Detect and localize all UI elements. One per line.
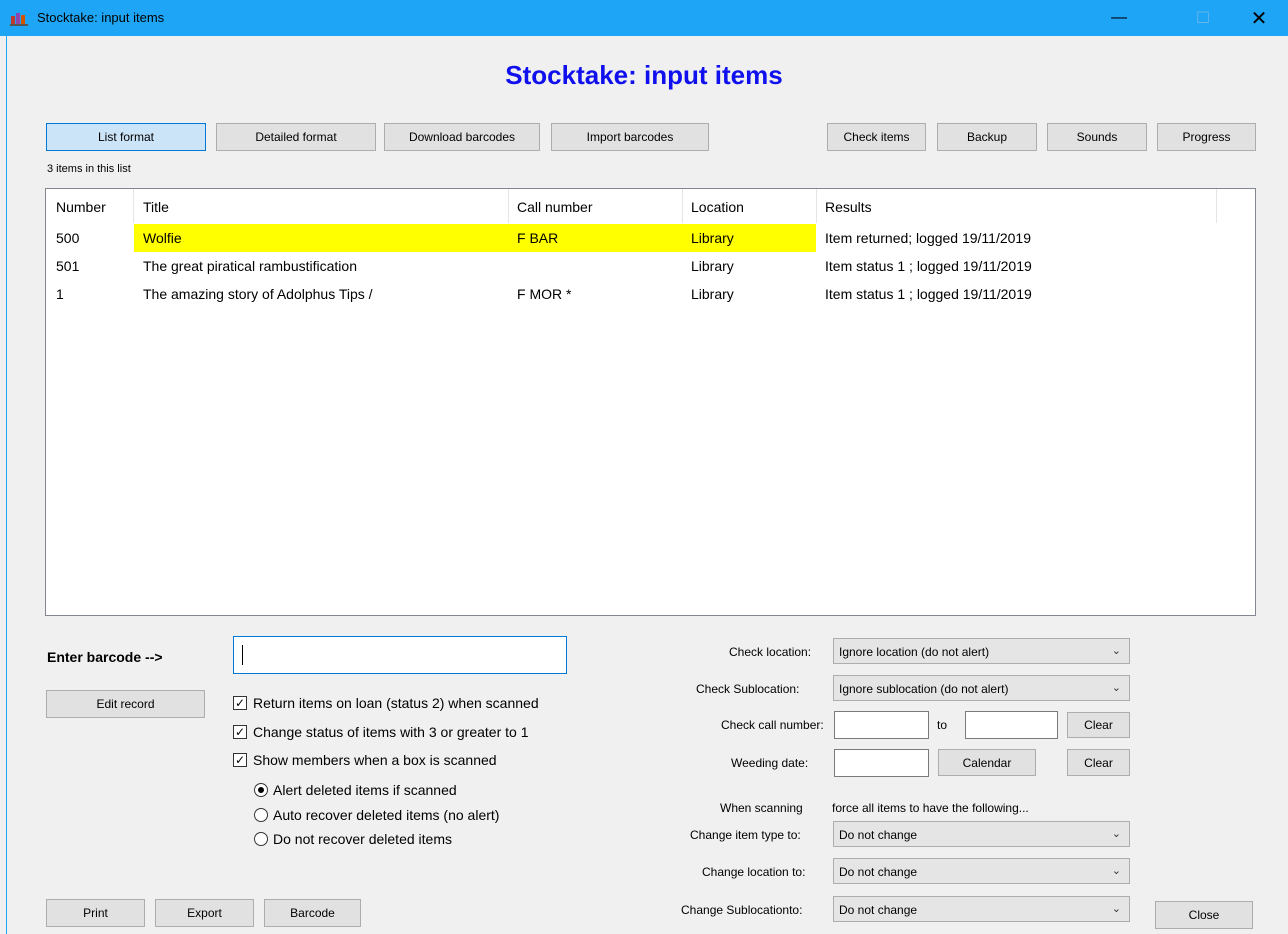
show-members-checkbox[interactable]: ✓ bbox=[233, 753, 247, 767]
auto-recover-label: Auto recover deleted items (no alert) bbox=[273, 807, 500, 823]
no-recover-radio[interactable] bbox=[254, 832, 268, 846]
checkmark-icon: ✓ bbox=[234, 753, 246, 767]
maximize-button[interactable]: ☐ bbox=[1180, 0, 1226, 36]
change-item-type-label: Change item type to: bbox=[690, 828, 801, 842]
close-button[interactable]: Close bbox=[1155, 901, 1253, 929]
auto-recover-radio[interactable] bbox=[254, 808, 268, 822]
alert-deleted-radio[interactable] bbox=[254, 783, 268, 797]
force-note-right: force all items to have the following... bbox=[832, 801, 1029, 815]
clear-weeding-button[interactable]: Clear bbox=[1067, 749, 1130, 776]
checkmark-icon: ✓ bbox=[234, 725, 246, 739]
row-number: 1 bbox=[56, 286, 64, 302]
change-item-type-select[interactable]: Do not change ⌄ bbox=[833, 821, 1130, 847]
return-on-loan-label: Return items on loan (status 2) when sca… bbox=[253, 695, 539, 711]
clear-call-number-button[interactable]: Clear bbox=[1067, 712, 1130, 738]
column-header-call-number[interactable]: Call number bbox=[517, 199, 592, 215]
import-barcodes-button[interactable]: Import barcodes bbox=[551, 123, 709, 151]
edit-record-button[interactable]: Edit record bbox=[46, 690, 205, 718]
backup-button[interactable]: Backup bbox=[937, 123, 1037, 151]
row-results: Item status 1 ; logged 19/11/2019 bbox=[825, 286, 1032, 302]
barcode-input[interactable] bbox=[233, 636, 567, 674]
sounds-button[interactable]: Sounds bbox=[1047, 123, 1147, 151]
chevron-down-icon: ⌄ bbox=[1111, 903, 1121, 915]
progress-button[interactable]: Progress bbox=[1157, 123, 1256, 151]
row-title: Wolfie bbox=[143, 230, 182, 246]
row-call-number: F BAR bbox=[517, 230, 559, 246]
list-format-button[interactable]: List format bbox=[46, 123, 206, 151]
row-number: 501 bbox=[56, 258, 80, 274]
table-row[interactable]: 1 The amazing story of Adolphus Tips / F… bbox=[46, 280, 1255, 308]
alert-deleted-label: Alert deleted items if scanned bbox=[273, 782, 457, 798]
column-header-number[interactable]: Number bbox=[56, 199, 106, 215]
call-number-to-input[interactable] bbox=[965, 711, 1058, 739]
table-row[interactable]: 500 Wolfie F BAR Library Item returned; … bbox=[46, 224, 1255, 252]
weeding-date-label: Weeding date: bbox=[731, 756, 809, 770]
row-location: Library bbox=[691, 230, 734, 246]
table-row[interactable]: 501 The great piratical rambustification… bbox=[46, 252, 1255, 280]
page-title: Stocktake: input items bbox=[505, 60, 783, 90]
export-button[interactable]: Export bbox=[155, 899, 254, 927]
column-header-location[interactable]: Location bbox=[691, 199, 744, 215]
force-note-left: When scanning bbox=[720, 801, 803, 815]
row-location: Library bbox=[691, 286, 734, 302]
call-number-to-label: to bbox=[937, 718, 948, 732]
list-header: Number Title Call number Location Result… bbox=[46, 189, 1255, 223]
print-button[interactable]: Print bbox=[46, 899, 145, 927]
change-location-label: Change location to: bbox=[702, 865, 806, 879]
call-number-from-input[interactable] bbox=[834, 711, 929, 739]
check-items-button[interactable]: Check items bbox=[827, 123, 926, 151]
chevron-down-icon: ⌄ bbox=[1111, 645, 1121, 657]
check-sublocation-label: Check Sublocation: bbox=[696, 682, 800, 696]
chevron-down-icon: ⌄ bbox=[1111, 682, 1121, 694]
title-bar: Stocktake: input items — ☐ ✕ bbox=[0, 0, 1288, 36]
change-item-type-value: Do not change bbox=[839, 828, 918, 842]
check-location-label: Check location: bbox=[729, 645, 812, 659]
row-results: Item returned; logged 19/11/2019 bbox=[825, 230, 1032, 246]
close-window-button[interactable]: ✕ bbox=[1236, 0, 1282, 36]
return-on-loan-checkbox[interactable]: ✓ bbox=[233, 696, 247, 710]
check-location-value: Ignore location (do not alert) bbox=[839, 645, 990, 659]
minimize-button[interactable]: — bbox=[1096, 0, 1142, 36]
window-title: Stocktake: input items bbox=[37, 10, 165, 25]
row-location: Library bbox=[691, 258, 734, 274]
download-barcodes-button[interactable]: Download barcodes bbox=[384, 123, 540, 151]
check-sublocation-value: Ignore sublocation (do not alert) bbox=[839, 682, 1009, 696]
row-title: The amazing story of Adolphus Tips / bbox=[143, 286, 373, 302]
row-title: The great piratical rambustification bbox=[143, 258, 357, 274]
row-results: Item status 1 ; logged 19/11/2019 bbox=[825, 258, 1032, 274]
change-location-select[interactable]: Do not change ⌄ bbox=[833, 858, 1130, 884]
detailed-format-button[interactable]: Detailed format bbox=[216, 123, 376, 151]
calendar-button[interactable]: Calendar bbox=[938, 749, 1036, 776]
change-sublocation-select[interactable]: Do not change ⌄ bbox=[833, 896, 1130, 922]
change-sublocation-label: Change Sublocationto: bbox=[681, 903, 803, 917]
change-status-label: Change status of items with 3 or greater… bbox=[253, 724, 529, 740]
barcode-label: Enter barcode --> bbox=[47, 649, 163, 665]
change-location-value: Do not change bbox=[839, 865, 918, 879]
stocktake-app-icon bbox=[10, 13, 28, 26]
item-count-label: 3 items in this list bbox=[47, 163, 131, 175]
no-recover-label: Do not recover deleted items bbox=[273, 831, 452, 847]
check-location-select[interactable]: Ignore location (do not alert) ⌄ bbox=[833, 638, 1130, 664]
checkmark-icon: ✓ bbox=[234, 696, 246, 710]
check-sublocation-select[interactable]: Ignore sublocation (do not alert) ⌄ bbox=[833, 675, 1130, 701]
weeding-date-input[interactable] bbox=[834, 749, 929, 777]
check-call-number-label: Check call number: bbox=[721, 718, 824, 732]
change-sublocation-value: Do not change bbox=[839, 903, 918, 917]
items-list[interactable]: Number Title Call number Location Result… bbox=[45, 188, 1256, 616]
change-status-checkbox[interactable]: ✓ bbox=[233, 725, 247, 739]
chevron-down-icon: ⌄ bbox=[1111, 865, 1121, 877]
column-header-title[interactable]: Title bbox=[143, 199, 169, 215]
row-call-number: F MOR * bbox=[517, 286, 572, 302]
text-caret bbox=[242, 645, 243, 665]
row-number: 500 bbox=[56, 230, 80, 246]
show-members-label: Show members when a box is scanned bbox=[253, 752, 497, 768]
chevron-down-icon: ⌄ bbox=[1111, 828, 1121, 840]
column-header-results[interactable]: Results bbox=[825, 199, 872, 215]
barcode-button[interactable]: Barcode bbox=[264, 899, 361, 927]
